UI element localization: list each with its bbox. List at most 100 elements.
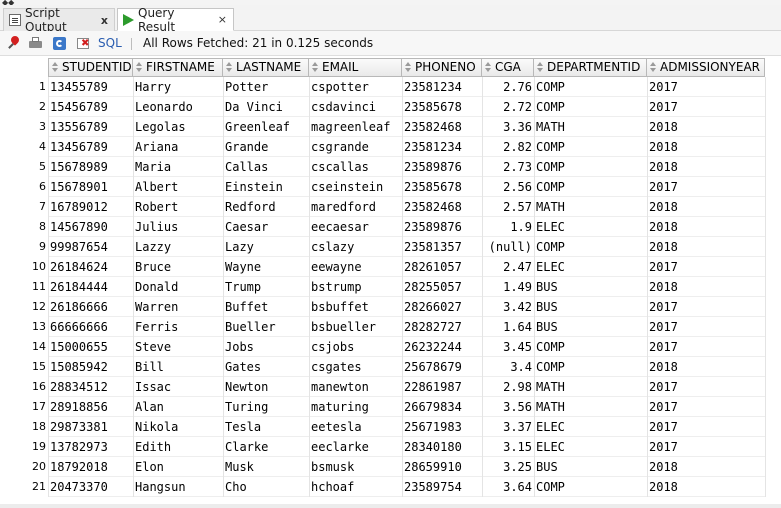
cell-firstname[interactable]: Warren	[133, 297, 223, 317]
cell-studentid[interactable]: 28834512	[48, 377, 133, 397]
cell-studentid[interactable]: 15085942	[48, 357, 133, 377]
cell-departmentid[interactable]: BUS	[534, 277, 647, 297]
cell-studentid[interactable]: 26186666	[48, 297, 133, 317]
table-row[interactable]: 15 15085942 Bill Gates csgates 25678679 3.4 COM…	[0, 357, 781, 377]
cell-studentid[interactable]: 26184624	[48, 257, 133, 277]
table-row[interactable]: 11 26184444 Donald Trump bstrump 28255057 1.49…	[0, 277, 781, 297]
cell-cga[interactable]: 3.45	[482, 337, 534, 357]
cell-email[interactable]: csdavinci	[309, 97, 402, 117]
cell-cga[interactable]: 3.37	[482, 417, 534, 437]
cell-departmentid[interactable]: MATH	[534, 377, 647, 397]
cell-phoneno[interactable]: 22861987	[402, 377, 482, 397]
cell-departmentid[interactable]: COMP	[534, 137, 647, 157]
sort-icon[interactable]	[537, 62, 544, 73]
table-row[interactable]: 14 15000655 Steve Jobs csjobs 26232244 3.45 COM…	[0, 337, 781, 357]
table-row[interactable]: 1 13455789 Harry Potter cspotter 23581234 2.76…	[0, 77, 781, 97]
column-header-email[interactable]: EMAIL	[309, 58, 402, 77]
cell-firstname[interactable]: Edith	[133, 437, 223, 457]
cell-cga[interactable]: 1.9	[482, 217, 534, 237]
cell-departmentid[interactable]: ELEC	[534, 437, 647, 457]
sort-icon[interactable]	[52, 62, 59, 73]
cell-admissionyear[interactable]: 2018	[647, 157, 765, 177]
cell-email[interactable]: eetesla	[309, 417, 402, 437]
cell-firstname[interactable]: Elon	[133, 457, 223, 477]
cell-departmentid[interactable]: COMP	[534, 237, 647, 257]
cell-email[interactable]: maredford	[309, 197, 402, 217]
cell-firstname[interactable]: Hangsun	[133, 477, 223, 497]
pin-icon[interactable]	[7, 36, 22, 51]
cell-admissionyear[interactable]: 2017	[647, 97, 765, 117]
cell-email[interactable]: bsmusk	[309, 457, 402, 477]
cell-studentid[interactable]: 14567890	[48, 217, 133, 237]
cell-admissionyear[interactable]: 2018	[647, 197, 765, 217]
cell-lastname[interactable]: Potter	[223, 77, 309, 97]
cell-departmentid[interactable]: MATH	[534, 117, 647, 137]
cell-firstname[interactable]: Bruce	[133, 257, 223, 277]
cell-cga[interactable]: 3.36	[482, 117, 534, 137]
column-header-firstname[interactable]: FIRSTNAME	[133, 58, 223, 77]
cell-cga[interactable]: 2.82	[482, 137, 534, 157]
table-row[interactable]: 19 13782973 Edith Clarke eeclarke 28340180 3.1…	[0, 437, 781, 457]
cell-cga[interactable]: 2.56	[482, 177, 534, 197]
cell-studentid[interactable]: 28918856	[48, 397, 133, 417]
cell-lastname[interactable]: Wayne	[223, 257, 309, 277]
cell-firstname[interactable]: Nikola	[133, 417, 223, 437]
cell-departmentid[interactable]: BUS	[534, 317, 647, 337]
cell-lastname[interactable]: Tesla	[223, 417, 309, 437]
column-header-cga[interactable]: CGA	[482, 58, 534, 77]
cell-phoneno[interactable]: 23581234	[402, 137, 482, 157]
close-tab-icon[interactable]: ×	[218, 13, 227, 26]
cell-departmentid[interactable]: COMP	[534, 177, 647, 197]
cell-studentid[interactable]: 16789012	[48, 197, 133, 217]
cell-phoneno[interactable]: 23582468	[402, 117, 482, 137]
cell-lastname[interactable]: Turing	[223, 397, 309, 417]
cell-phoneno[interactable]: 26679834	[402, 397, 482, 417]
cell-firstname[interactable]: Ferris	[133, 317, 223, 337]
table-row[interactable]: 21 20473370 Hangsun Cho hchoaf 23589754 3.64 CO…	[0, 477, 781, 497]
cell-email[interactable]: csgrande	[309, 137, 402, 157]
cell-departmentid[interactable]: ELEC	[534, 217, 647, 237]
cell-studentid[interactable]: 15678901	[48, 177, 133, 197]
cell-cga[interactable]: 2.76	[482, 77, 534, 97]
cell-firstname[interactable]: Bill	[133, 357, 223, 377]
cell-lastname[interactable]: Greenleaf	[223, 117, 309, 137]
sql-button[interactable]: SQL	[98, 36, 122, 50]
cell-admissionyear[interactable]: 2018	[647, 217, 765, 237]
cell-email[interactable]: magreenleaf	[309, 117, 402, 137]
cell-firstname[interactable]: Albert	[133, 177, 223, 197]
cell-admissionyear[interactable]: 2017	[647, 377, 765, 397]
bottom-scrollbar-area[interactable]	[0, 504, 781, 508]
cell-firstname[interactable]: Alan	[133, 397, 223, 417]
table-row[interactable]: 7 16789012 Robert Redford maredford 23582468 2…	[0, 197, 781, 217]
cell-email[interactable]: eeclarke	[309, 437, 402, 457]
cell-departmentid[interactable]: ELEC	[534, 257, 647, 277]
column-header-phoneno[interactable]: PHONENO	[402, 58, 482, 77]
cell-cga[interactable]: 3.25	[482, 457, 534, 477]
column-header-departmentid[interactable]: DEPARTMENTID	[534, 58, 647, 77]
cell-firstname[interactable]: Harry	[133, 77, 223, 97]
cell-phoneno[interactable]: 23581357	[402, 237, 482, 257]
close-tab-icon[interactable]: x	[101, 14, 108, 27]
cell-phoneno[interactable]: 28340180	[402, 437, 482, 457]
cell-cga[interactable]: 2.47	[482, 257, 534, 277]
sort-icon[interactable]	[405, 62, 412, 73]
cell-admissionyear[interactable]: 2018	[647, 137, 765, 157]
cell-cga[interactable]: 1.64	[482, 317, 534, 337]
table-row[interactable]: 3 13556789 Legolas Greenleaf magreenleaf 2358…	[0, 117, 781, 137]
table-row[interactable]: 12 26186666 Warren Buffet bsbuffet 28266027 3.…	[0, 297, 781, 317]
cell-studentid[interactable]: 66666666	[48, 317, 133, 337]
cell-firstname[interactable]: Issac	[133, 377, 223, 397]
cell-departmentid[interactable]: COMP	[534, 97, 647, 117]
cell-admissionyear[interactable]: 2017	[647, 297, 765, 317]
cell-lastname[interactable]: Callas	[223, 157, 309, 177]
tab-script-output[interactable]: Script Output x	[3, 6, 115, 34]
cell-departmentid[interactable]: BUS	[534, 457, 647, 477]
cell-phoneno[interactable]: 28261057	[402, 257, 482, 277]
cell-email[interactable]: cslazy	[309, 237, 402, 257]
cell-cga[interactable]: 3.42	[482, 297, 534, 317]
tab-query-result[interactable]: Query Result ×	[117, 6, 234, 34]
cell-lastname[interactable]: Buffet	[223, 297, 309, 317]
cell-email[interactable]: manewton	[309, 377, 402, 397]
cell-studentid[interactable]: 15456789	[48, 97, 133, 117]
cell-admissionyear[interactable]: 2018	[647, 277, 765, 297]
